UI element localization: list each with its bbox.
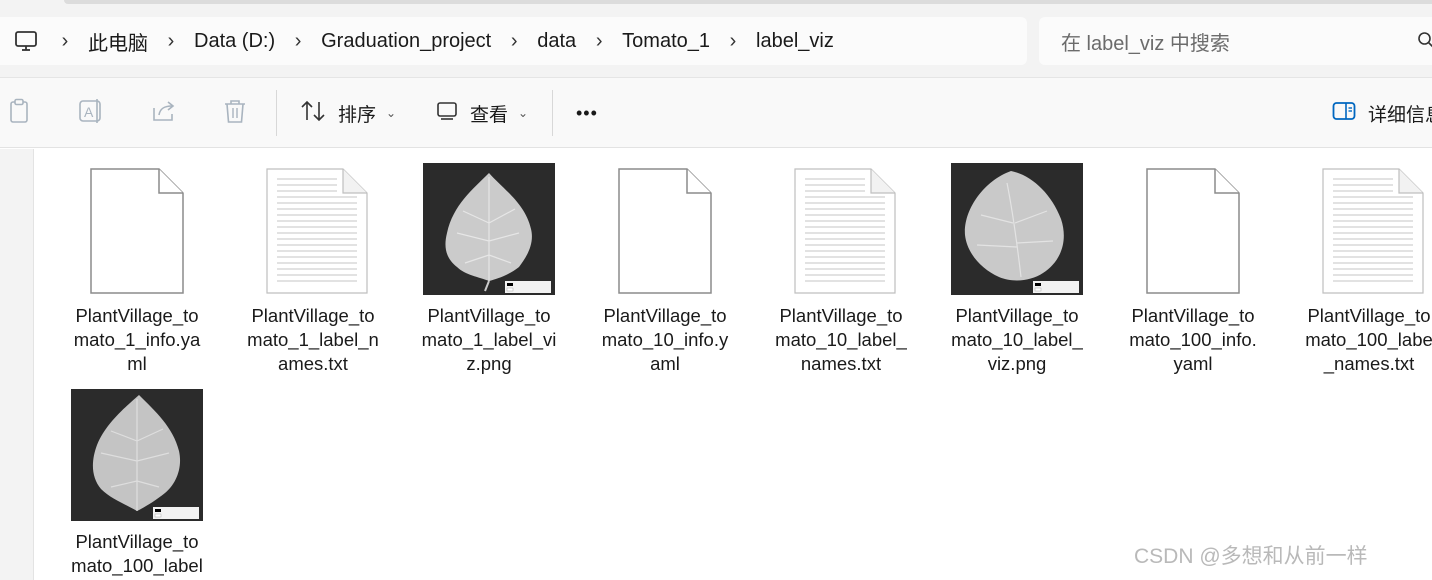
breadcrumb-tomato[interactable]: Tomato_1 (612, 17, 720, 65)
file-item[interactable]: PlantVillage_to mato_100_labe _names.txt (1294, 149, 1432, 379)
file-list: PlantVillage_to mato_1_info.ya ml PlantV… (36, 149, 1432, 580)
sort-icon (300, 99, 326, 128)
file-name: PlantVillage_to mato_1_label_vi z.png (421, 305, 557, 374)
toolbar-divider (552, 90, 553, 136)
chevron-right-icon[interactable]: › (158, 17, 184, 65)
text-file-icon (247, 163, 379, 295)
toolbar-divider (276, 90, 277, 136)
copy-button[interactable] (8, 78, 32, 148)
details-label: 详细信息 (1368, 104, 1432, 126)
trash-icon (222, 98, 248, 129)
text-file-icon (1303, 163, 1432, 295)
navigation-pane (0, 149, 34, 580)
search-input[interactable]: 在 label_viz 中搜索 (1039, 17, 1432, 65)
details-pane-icon (1332, 101, 1356, 126)
chevron-right-icon[interactable]: › (720, 17, 746, 65)
sort-label: 排序 (338, 104, 377, 126)
file-name: PlantVillage_to mato_1_info.ya ml (73, 305, 201, 374)
breadcrumb-graduation-project[interactable]: Graduation_project (311, 17, 501, 65)
address-row: › 此电脑 › Data (D:) › Graduation_project ›… (0, 0, 1432, 78)
delete-button[interactable] (222, 78, 248, 148)
rename-icon: A (78, 98, 106, 129)
file-item[interactable]: PlantVillage_to mato_10_label_ viz.png (942, 149, 1092, 379)
chevron-down-icon: ⌄ (386, 106, 397, 120)
leaf-image-thumbnail (423, 163, 555, 295)
svg-text:A: A (84, 104, 94, 120)
blank-file-icon (599, 163, 731, 295)
breadcrumb-label-viz[interactable]: label_viz (746, 17, 844, 65)
file-name: PlantVillage_to mato_100_label (71, 531, 203, 576)
file-name: PlantVillage_to mato_1_label_n ames.txt (247, 305, 379, 374)
leaf-image-thumbnail (951, 163, 1083, 295)
leaf-image-thumbnail (71, 389, 203, 521)
chevron-down-icon: ⌄ (518, 106, 529, 120)
chevron-right-icon[interactable]: › (501, 17, 527, 65)
title-strip (64, 0, 1432, 4)
breadcrumb-drive[interactable]: Data (D:) (184, 17, 285, 65)
chevron-right-icon[interactable]: › (285, 17, 311, 65)
file-item[interactable]: PlantVillage_to mato_1_label_vi z.png (414, 149, 564, 379)
file-item[interactable]: PlantVillage_to mato_100_info. yaml (1118, 149, 1268, 379)
blank-file-icon (1127, 163, 1259, 295)
breadcrumb[interactable]: › 此电脑 › Data (D:) › Graduation_project ›… (0, 17, 1027, 65)
file-name: PlantVillage_to mato_100_labe _names.txt (1305, 305, 1432, 374)
search-placeholder: 在 label_viz 中搜索 (1061, 32, 1230, 55)
text-file-icon (775, 163, 907, 295)
clipboard-icon (8, 98, 32, 129)
more-options-button[interactable]: ••• (576, 78, 598, 148)
sort-button[interactable]: 排序 ⌄ (300, 78, 396, 148)
file-name: PlantVillage_to mato_10_info.y aml (601, 305, 729, 374)
watermark: CSDN @多想和从前一样 (1134, 545, 1368, 568)
computer-icon[interactable] (0, 17, 52, 65)
breadcrumb-this-pc[interactable]: 此电脑 (78, 17, 158, 65)
file-item[interactable]: PlantVillage_to mato_1_label_n ames.txt (238, 149, 388, 379)
file-item[interactable]: PlantVillage_to mato_10_label_ names.txt (766, 149, 916, 379)
view-icon (436, 101, 458, 126)
file-item[interactable]: PlantVillage_to mato_100_label (62, 375, 212, 580)
file-name: PlantVillage_to mato_100_info. yaml (1129, 305, 1257, 374)
file-item[interactable]: PlantVillage_to mato_1_info.ya ml (62, 149, 212, 379)
details-pane-button[interactable]: 详细信息 (1332, 78, 1432, 148)
file-item[interactable]: PlantVillage_to mato_10_info.y aml (590, 149, 740, 379)
blank-file-icon (71, 163, 203, 295)
chevron-right-icon[interactable]: › (52, 17, 78, 65)
share-icon (150, 98, 178, 129)
chevron-right-icon[interactable]: › (586, 17, 612, 65)
file-name: PlantVillage_to mato_10_label_ viz.png (951, 305, 1083, 374)
command-bar: A 排序 ⌄ 查看 ⌄ ••• 详细信息 (0, 78, 1432, 148)
share-button[interactable] (150, 78, 178, 148)
rename-button[interactable]: A (78, 78, 106, 148)
breadcrumb-data[interactable]: data (527, 17, 586, 65)
view-button[interactable]: 查看 ⌄ (436, 78, 528, 148)
view-label: 查看 (470, 104, 509, 126)
search-icon[interactable] (1417, 31, 1432, 54)
file-name: PlantVillage_to mato_10_label_ names.txt (775, 305, 907, 374)
